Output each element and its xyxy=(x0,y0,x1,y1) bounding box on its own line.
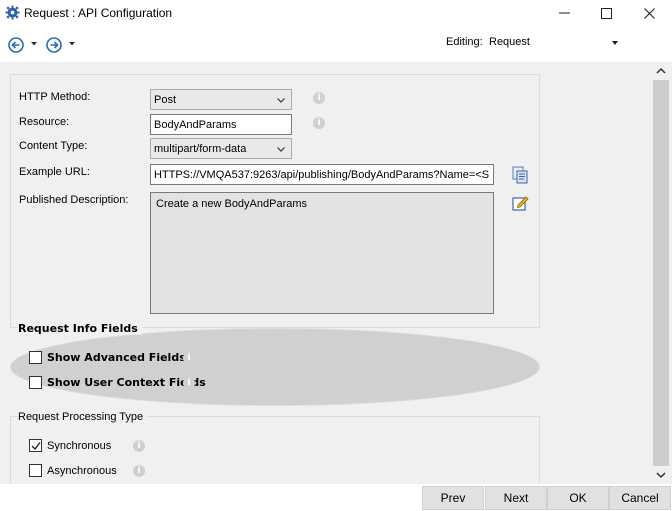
maximize-button[interactable] xyxy=(583,0,629,26)
content-panel: HTTP Method: Post i Resource: BodyAndPar… xyxy=(0,62,650,484)
info-icon[interactable]: i xyxy=(183,377,195,389)
info-icon[interactable]: i xyxy=(133,465,145,477)
http-method-label: HTTP Method: xyxy=(19,91,91,103)
copy-icon[interactable] xyxy=(510,165,530,185)
footer-button-bar: Prev Next OK Cancel xyxy=(0,484,672,511)
forward-dropdown-chevron-icon[interactable] xyxy=(69,41,75,46)
content-type-label: Content Type: xyxy=(19,140,88,152)
window-title: Request : API Configuration xyxy=(24,6,173,20)
asynchronous-checkbox[interactable] xyxy=(29,464,42,477)
general-group: HTTP Method: Post i Resource: BodyAndPar… xyxy=(10,74,540,328)
resource-label: Resource: xyxy=(19,116,70,128)
minimize-button[interactable] xyxy=(541,0,587,26)
scroll-up-arrow-icon[interactable] xyxy=(650,62,672,80)
info-icon[interactable]: i xyxy=(133,440,145,452)
example-url-value: HTTPS://VMQA537:9263/api/publishing/Body… xyxy=(154,169,490,181)
maximize-icon xyxy=(600,7,612,19)
editing-select[interactable]: Request xyxy=(486,34,626,52)
info-icon[interactable]: i xyxy=(313,117,325,129)
cancel-button[interactable]: Cancel xyxy=(609,486,671,510)
published-description-label: Published Description: xyxy=(19,194,129,206)
http-method-select[interactable]: Post xyxy=(150,89,292,110)
next-button[interactable]: Next xyxy=(485,486,547,510)
group-title: Request Info Fields xyxy=(18,323,142,335)
request-info-fields-group: Request Info Fields Show Advanced Fields… xyxy=(10,323,540,406)
ok-button[interactable]: OK xyxy=(547,486,609,510)
example-url-label: Example URL: xyxy=(19,166,90,178)
forward-arrow-icon[interactable] xyxy=(46,37,62,53)
info-icon[interactable]: i xyxy=(313,92,325,104)
group-title: Request Processing Type xyxy=(18,411,148,423)
gear-app-icon xyxy=(5,5,20,20)
editing-select-value: Request xyxy=(489,36,530,48)
chevron-down-icon xyxy=(612,41,618,45)
chevron-down-icon xyxy=(277,147,285,152)
scroll-down-arrow-icon[interactable] xyxy=(650,466,672,484)
checkmark-icon xyxy=(31,442,41,451)
chevron-down-icon xyxy=(277,98,285,103)
published-description-textarea[interactable]: Create a new BodyAndParams xyxy=(150,192,494,314)
show-user-context-fields-label[interactable]: Show User Context Fields xyxy=(47,377,206,389)
close-button[interactable] xyxy=(626,0,672,26)
title-bar: Request : API Configuration xyxy=(0,0,672,26)
toolbar: Editing: Request xyxy=(0,26,672,62)
show-advanced-fields-checkbox[interactable] xyxy=(29,351,42,364)
show-advanced-fields-label[interactable]: Show Advanced Fields xyxy=(47,352,186,364)
back-arrow-icon[interactable] xyxy=(8,37,24,53)
synchronous-label[interactable]: Synchronous xyxy=(47,440,111,452)
edit-icon[interactable] xyxy=(510,193,530,213)
prev-button[interactable]: Prev xyxy=(422,486,484,510)
example-url-input[interactable]: HTTPS://VMQA537:9263/api/publishing/Body… xyxy=(150,164,494,185)
asynchronous-label[interactable]: Asynchronous xyxy=(47,465,117,477)
close-icon xyxy=(643,7,655,19)
published-description-value: Create a new BodyAndParams xyxy=(156,198,308,210)
content-type-select[interactable]: multipart/form-data xyxy=(150,138,292,159)
back-dropdown-chevron-icon[interactable] xyxy=(31,41,37,46)
resource-value: BodyAndParams xyxy=(154,119,237,131)
show-user-context-fields-checkbox[interactable] xyxy=(29,376,42,389)
resource-input[interactable]: BodyAndParams xyxy=(150,114,292,135)
scrollbar-thumb[interactable] xyxy=(653,80,669,466)
info-icon[interactable]: i xyxy=(183,352,195,364)
http-method-value: Post xyxy=(154,94,177,106)
vertical-scrollbar[interactable] xyxy=(650,62,672,484)
request-processing-type-group: Request Processing Type Synchronous i As… xyxy=(10,411,540,484)
content-type-value: multipart/form-data xyxy=(154,143,247,155)
minimize-icon xyxy=(558,12,570,14)
editing-label: Editing: xyxy=(446,36,483,48)
synchronous-checkbox[interactable] xyxy=(29,439,42,452)
